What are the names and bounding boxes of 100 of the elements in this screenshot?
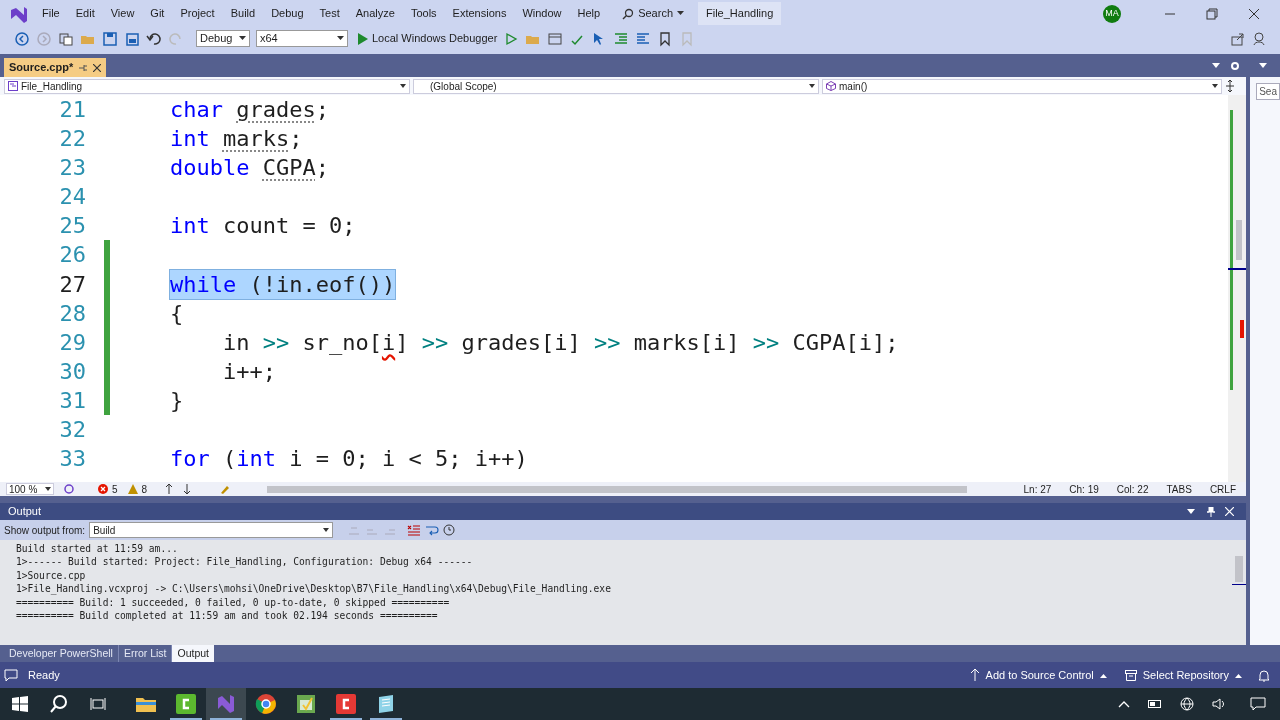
caret-icon: [1235, 672, 1242, 678]
menu-item[interactable]: Help: [569, 5, 609, 22]
platform-dropdown[interactable]: x64: [256, 30, 348, 47]
caret-icon: [677, 11, 684, 16]
code-line: in >> sr_no[i] >> grades[i] >> marks[i] >> CGPA[i];: [221, 328, 899, 357]
output-line: Build started at 11:59 am...: [16, 542, 179, 556]
zoom-value: 100 %: [9, 482, 38, 497]
scope-dropdown[interactable]: (Global Scope): [413, 78, 819, 94]
battery-icon[interactable]: [1148, 700, 1162, 708]
save-icon[interactable]: [102, 30, 118, 47]
windows-logo-icon[interactable]: [12, 696, 28, 712]
side-panel-search-field[interactable]: Sea: [1256, 83, 1280, 100]
brush-icon[interactable]: [219, 484, 232, 494]
status-text: Ln: 27: [1022, 482, 1053, 497]
play-icon: [358, 32, 368, 45]
run-debugger-button[interactable]: Local Windows Debugger: [358, 30, 498, 47]
status-text: TABS: [1165, 482, 1193, 497]
share-icon[interactable]: [1230, 30, 1246, 47]
member-dropdown[interactable]: main(): [822, 78, 1222, 94]
app-icon: [174, 692, 198, 716]
browser-icon: [254, 692, 278, 716]
menu-item[interactable]: Window: [514, 5, 570, 22]
split-icon[interactable]: [1225, 80, 1235, 92]
tool-window-tab[interactable]: Output: [172, 645, 214, 662]
output-source-dropdown[interactable]: Build: [89, 522, 334, 538]
clock-icon[interactable]: [443, 524, 456, 536]
notification-icon[interactable]: [1250, 697, 1266, 711]
output-source-label: Show output from:: [4, 523, 86, 538]
code-line: int count = 0;: [170, 212, 356, 241]
menu-item[interactable]: Test: [311, 5, 348, 22]
notification-bell-icon[interactable]: [1258, 668, 1270, 682]
zoom-dropdown[interactable]: 100 %: [6, 483, 54, 495]
close-icon[interactable]: [93, 63, 102, 72]
back-icon[interactable]: [14, 30, 30, 47]
menu-item[interactable]: Debug: [263, 5, 312, 22]
menu-item[interactable]: Analyze: [347, 5, 403, 22]
task-view-icon[interactable]: [90, 697, 106, 711]
status-text: Col: 22: [1115, 482, 1150, 497]
menu-item[interactable]: File: [34, 5, 68, 22]
line-number: 22: [58, 125, 87, 154]
output-line: 1>Source.cpp: [16, 568, 87, 583]
errors-button[interactable]: 5: [98, 481, 118, 497]
tab-title: Source.cpp*: [9, 60, 74, 76]
caret-icon[interactable]: [1259, 63, 1267, 69]
output-line: ========== Build: 1 succeeded, 0 failed, 0 up-to-date, 0 skipped ==========: [16, 595, 451, 609]
chevron-up-icon[interactable]: [1118, 700, 1130, 708]
restore-icon[interactable]: [1206, 7, 1218, 20]
speaker-icon[interactable]: [1212, 697, 1226, 711]
menu-item[interactable]: Edit: [67, 5, 103, 22]
menu-item[interactable]: Tools: [402, 5, 445, 22]
health-icon[interactable]: [64, 484, 74, 494]
solution-title: File_Handling: [698, 2, 782, 25]
panel-title: Output: [8, 504, 43, 520]
source-control-button[interactable]: Add to Source Control: [969, 666, 1107, 684]
up-arrow-icon[interactable]: [165, 484, 174, 494]
caret-icon[interactable]: [1187, 508, 1195, 515]
repository-button[interactable]: Select Repository: [1124, 666, 1242, 684]
output-line: ========== Build completed at 11:59 am and took 02.194 seconds ==========: [16, 608, 439, 623]
menu-item[interactable]: Extensions: [444, 5, 515, 22]
line-number: 26: [58, 241, 87, 270]
line-number: 33: [58, 445, 87, 474]
search-icon[interactable]: [50, 695, 68, 713]
dropdown-value: (Global Scope): [430, 79, 497, 94]
close-icon[interactable]: [1248, 7, 1260, 20]
outdent-icon[interactable]: [635, 30, 652, 47]
globe-icon[interactable]: [1180, 697, 1194, 711]
undo-icon[interactable]: [146, 30, 162, 47]
code-line: for (int i = 0; i < 5; i++): [170, 445, 528, 474]
line-number: 21: [58, 96, 87, 124]
menu-item[interactable]: Project: [172, 5, 223, 22]
document-tab[interactable]: Source.cpp*: [4, 58, 107, 77]
dropdown-value: Build: [93, 523, 116, 538]
line-number: 27: [58, 270, 87, 299]
dropdown-value: File_Handling: [21, 79, 83, 94]
code-line: {: [170, 299, 184, 328]
window-icon[interactable]: [547, 30, 564, 47]
vertical-scrollbar[interactable]: [1228, 95, 1246, 482]
project-dropdown[interactable]: File_Handling: [4, 78, 410, 94]
clear-all-icon[interactable]: [407, 524, 422, 536]
search-button[interactable]: Search: [616, 5, 690, 22]
caret-icon: [400, 84, 406, 88]
menu-item[interactable]: Build: [222, 5, 264, 22]
caret-icon[interactable]: [1212, 63, 1220, 69]
caret-icon: [1212, 84, 1218, 88]
configuration-dropdown[interactable]: Debug: [196, 30, 250, 47]
code-line: double CGPA;: [170, 154, 329, 183]
settings-icon[interactable]: [1230, 61, 1240, 71]
word-wrap-icon[interactable]: [425, 524, 440, 536]
code-line: i++;: [221, 357, 276, 386]
spreadsheet-icon: [294, 692, 318, 716]
menu-item[interactable]: Git: [142, 5, 173, 22]
configuration-value: Debug: [200, 31, 233, 47]
line-number: 31: [58, 386, 87, 415]
warnings-button[interactable]: 8: [127, 481, 148, 497]
line-number: 29: [58, 328, 87, 357]
account-avatar[interactable]: MA: [1103, 4, 1121, 23]
down-arrow-icon[interactable]: [183, 484, 192, 494]
save-all-icon[interactable]: [124, 30, 140, 47]
menu-item[interactable]: View: [102, 5, 143, 22]
new-item-icon[interactable]: [58, 30, 74, 47]
